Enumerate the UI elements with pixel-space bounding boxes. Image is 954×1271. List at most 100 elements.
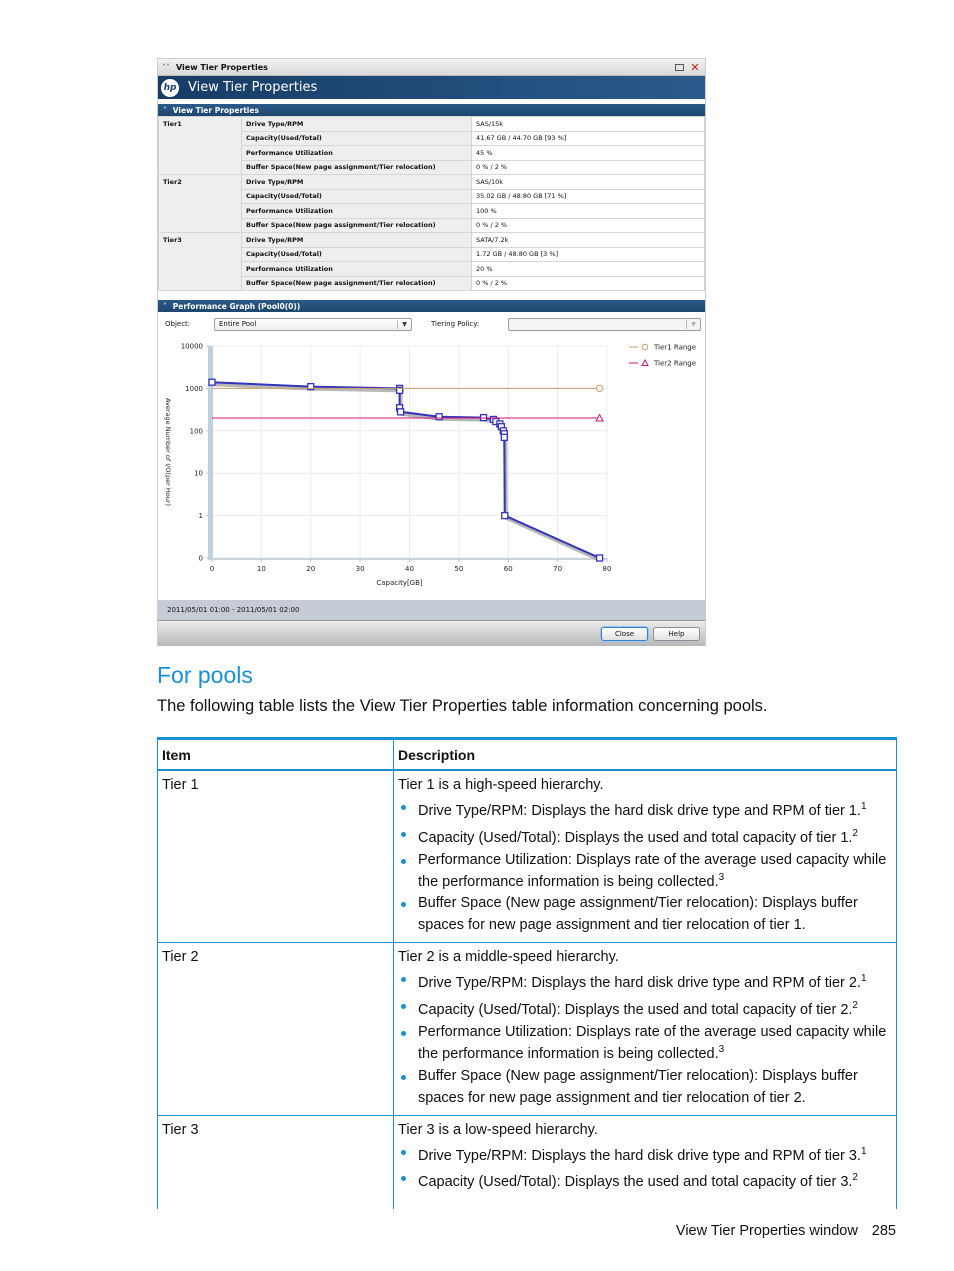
table-row: Tier 2 Tier 2 is a middle-speed hierarchy… bbox=[157, 942, 897, 1116]
bullet-icon bbox=[401, 1004, 406, 1010]
x-tick-label: 20 bbox=[306, 565, 315, 573]
bullet-text: Drive Type/RPM: Displays the hard disk d… bbox=[418, 802, 861, 819]
property-value: 35.02 GB / 48.80 GB [71 %] bbox=[471, 188, 705, 204]
description-cell: Tier 3 is a low-speed hierarchy. Drive Ty… bbox=[393, 1115, 897, 1210]
tier1-range-marker bbox=[595, 384, 604, 393]
list-item: Buffer Space (New page assignment/Tier r… bbox=[398, 1068, 892, 1107]
section-heading: For pools bbox=[157, 662, 253, 688]
tier-name: Tier3 bbox=[158, 232, 242, 291]
header-description: Description bbox=[393, 737, 897, 771]
description-bullets: Drive Type/RPM: Displays the hard disk d… bbox=[398, 970, 892, 1106]
legend-circle-icon bbox=[641, 343, 649, 351]
footnote-ref: 1 bbox=[860, 973, 867, 985]
bullet-icon bbox=[401, 902, 406, 908]
table-header-row: Item Description bbox=[157, 737, 897, 771]
hp-logo: hp bbox=[161, 78, 179, 97]
footnote-ref: 3 bbox=[718, 1043, 725, 1055]
property-value: 20 % bbox=[471, 261, 705, 277]
performance-graph: 0 10 20 30 40 50 60 70 80 0 1 10 100 1000 10000 Capacit… bbox=[158, 336, 705, 596]
item-cell: Tier 3 bbox=[157, 1115, 394, 1210]
window-title: View Tier Properties bbox=[176, 62, 268, 72]
page-number: 285 bbox=[871, 1223, 896, 1239]
description-intro: Tier 3 is a low-speed hierarchy. bbox=[398, 1121, 598, 1138]
close-button[interactable]: Close bbox=[601, 626, 648, 641]
bullet-icon bbox=[401, 858, 406, 864]
collapse-icon[interactable]: ˄˄ bbox=[162, 63, 176, 72]
tiering-policy-label: Tiering Policy: bbox=[431, 320, 480, 328]
property-value: 1.72 GB / 48.80 GB [3 %] bbox=[471, 246, 705, 262]
legend-triangle-icon bbox=[641, 358, 649, 366]
property-label: Performance Utilization bbox=[241, 203, 472, 219]
property-value: 100 % bbox=[471, 203, 705, 219]
tier-name: Tier1 bbox=[158, 116, 242, 175]
series-shadow bbox=[212, 382, 602, 562]
banner-title: View Tier Properties bbox=[188, 80, 318, 95]
item-cell: Tier 1 bbox=[157, 770, 394, 944]
chevron-down-icon: ▼ bbox=[397, 319, 411, 329]
graph-section-title: Performance Graph (Pool0(0)) bbox=[172, 301, 301, 311]
property-value: SAS/15k bbox=[471, 116, 705, 132]
object-dropdown-value: Entire Pool bbox=[219, 320, 257, 328]
x-tick-label: 80 bbox=[603, 565, 612, 573]
bullet-icon bbox=[401, 1074, 406, 1080]
window-banner: hp View Tier Properties bbox=[158, 76, 705, 99]
bullet-icon bbox=[401, 805, 406, 810]
data-point bbox=[435, 413, 443, 421]
properties-section-header[interactable]: ˄ View Tier Properties bbox=[158, 104, 705, 116]
property-label: Performance Utilization bbox=[241, 145, 472, 161]
bullet-icon bbox=[401, 831, 406, 837]
bullet-text: Performance Utilization: Displays rate o… bbox=[418, 851, 887, 890]
property-label: Capacity(Used/Total) bbox=[241, 188, 472, 204]
help-button[interactable]: Help bbox=[653, 626, 700, 641]
property-value: 41.67 GB / 44.70 GB [93 %] bbox=[471, 130, 705, 146]
table-row: Tier 1 Tier 1 is a high-speed hierarchy. D… bbox=[157, 770, 897, 944]
property-label: Buffer Space(New page assignment/Tier re… bbox=[241, 275, 472, 291]
y-tick-label: 10 bbox=[194, 470, 203, 478]
bullet-icon bbox=[401, 1176, 406, 1182]
list-item: Drive Type/RPM: Displays the hard disk d… bbox=[398, 970, 892, 992]
footnote-ref: 1 bbox=[860, 801, 867, 812]
property-value: SATA/7.2k bbox=[471, 232, 705, 248]
data-point bbox=[396, 408, 405, 416]
x-tick-label: 50 bbox=[454, 565, 463, 573]
window-titlebar: ˄˄ View Tier Properties ✕ bbox=[158, 59, 705, 76]
list-item: Capacity (Used/Total): Displays the used… bbox=[398, 997, 892, 1019]
property-row: Tier1 Drive Type/RPM SAS/15k bbox=[158, 116, 705, 175]
list-item: Capacity (Used/Total): Displays the used… bbox=[398, 1169, 892, 1191]
y-axis-label: Average Number of I/O(per Hour) bbox=[164, 398, 172, 506]
properties-section-title: View Tier Properties bbox=[172, 105, 259, 115]
property-label: Drive Type/RPM bbox=[241, 116, 472, 132]
maximize-icon bbox=[674, 63, 684, 71]
x-axis-label: Capacity[GB] bbox=[376, 579, 423, 587]
property-value: 0 % / 2 % bbox=[471, 217, 705, 233]
footnote-ref: 2 bbox=[852, 827, 858, 839]
data-point bbox=[208, 378, 216, 386]
maximize-button[interactable] bbox=[673, 62, 685, 73]
data-point bbox=[500, 433, 508, 442]
footnote-ref: 2 bbox=[852, 1172, 858, 1184]
section-intro: The following table lists the View Tier … bbox=[157, 697, 768, 715]
list-item: Capacity (Used/Total): Displays the used… bbox=[398, 825, 892, 847]
property-label: Capacity(Used/Total) bbox=[241, 130, 472, 146]
y-tick-label: 100 bbox=[190, 427, 203, 435]
bullet-text: Drive Type/RPM: Displays the hard disk d… bbox=[418, 975, 861, 992]
x-tick-label: 30 bbox=[356, 565, 365, 573]
graph-section-header[interactable]: ˄ Performance Graph (Pool0(0)) bbox=[158, 300, 705, 312]
close-icon: ✕ bbox=[690, 60, 700, 74]
footnote-ref: 3 bbox=[718, 871, 725, 883]
y-tick-label: 0 bbox=[199, 555, 203, 563]
tiering-policy-dropdown[interactable]: ▼ bbox=[508, 317, 701, 331]
close-window-button[interactable]: ✕ bbox=[689, 60, 701, 74]
property-label: Buffer Space(New page assignment/Tier re… bbox=[241, 217, 472, 233]
collapse-section-icon: ˄ bbox=[163, 301, 167, 311]
tier-name: Tier2 bbox=[158, 174, 242, 233]
table-row: Tier 3 Tier 3 is a low-speed hierarchy. Dr… bbox=[157, 1115, 897, 1210]
description-bullets: Drive Type/RPM: Displays the hard disk d… bbox=[398, 1143, 892, 1192]
pool-items-table: Item Description Tier 1 Tier 1 is a high-… bbox=[157, 737, 897, 1210]
x-tick-label: 60 bbox=[504, 565, 513, 573]
property-value: 0 % / 2 % bbox=[471, 159, 705, 175]
object-dropdown[interactable]: Entire Pool ▼ bbox=[214, 317, 412, 331]
property-row: Tier3 Drive Type/RPM SATA/7.2k bbox=[158, 232, 705, 291]
description-intro: Tier 1 is a high-speed hierarchy. bbox=[398, 777, 604, 793]
footnote-ref: 2 bbox=[852, 1000, 858, 1012]
